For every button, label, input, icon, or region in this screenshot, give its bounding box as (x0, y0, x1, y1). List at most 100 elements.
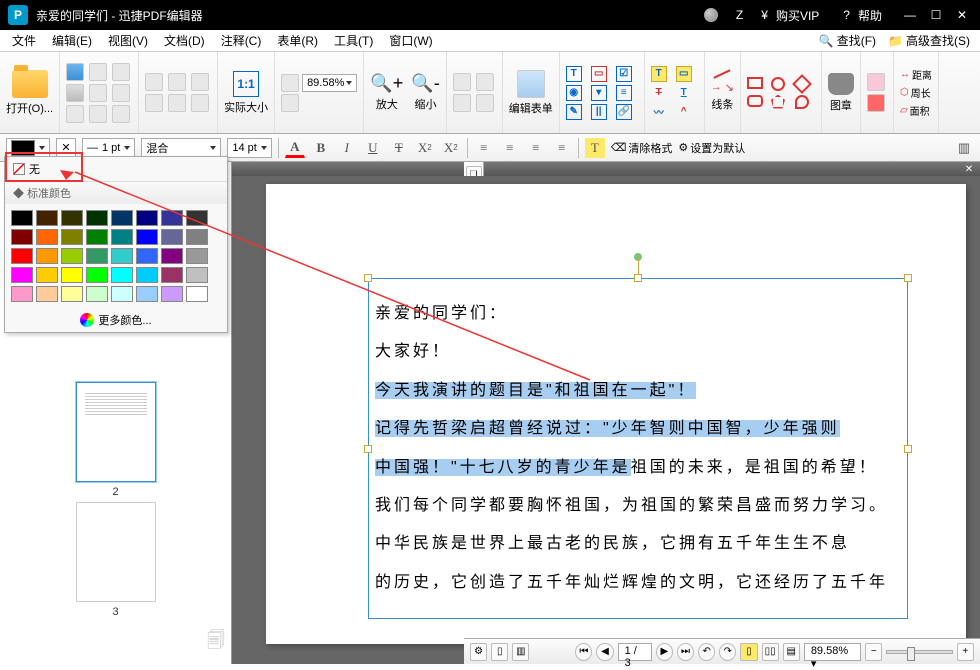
pages-icon[interactable]: 🗐 (207, 628, 225, 658)
prev-page-button[interactable]: ◀ (596, 643, 613, 661)
doc-line[interactable]: 记得先哲梁启超曾经说过："少年智则中国智，少年强则 (375, 410, 901, 448)
color-swatch[interactable] (61, 286, 83, 302)
next-page-button[interactable]: ▶ (656, 643, 673, 661)
color-swatch[interactable] (111, 286, 133, 302)
paste-icon[interactable] (112, 63, 130, 81)
superscript-button[interactable]: X2 (441, 138, 461, 158)
back-button[interactable]: ↶ (698, 643, 715, 661)
button-field-icon[interactable]: ▭ (591, 66, 607, 82)
color-swatch[interactable] (161, 267, 183, 283)
search-icon[interactable] (168, 94, 186, 112)
close-button[interactable]: ✕ (952, 6, 972, 24)
view-facing-icon[interactable]: ▯▯ (762, 643, 779, 661)
resize-handle[interactable] (364, 445, 372, 453)
radio-field-icon[interactable]: ◉ (566, 85, 582, 101)
lines-button[interactable]: →↘ 线条 (711, 73, 734, 112)
align-justify-button[interactable]: ≡ (552, 138, 572, 158)
color-swatch[interactable] (186, 229, 208, 245)
stamp-button[interactable]: 图章 (828, 73, 854, 113)
menu-edit[interactable]: 编辑(E) (44, 30, 100, 51)
doc-line[interactable]: 我们每个同学都要胸怀祖国，为祖国的繁荣昌盛而努力学习。 (375, 487, 901, 525)
doc-line[interactable]: 中华民族是世界上最古老的民族，它拥有五千年生生不息 (375, 525, 901, 563)
set-default-button[interactable]: ⚙设置为默认 (678, 140, 745, 156)
save-icon[interactable] (66, 63, 84, 81)
color-swatch[interactable] (136, 210, 158, 226)
color-swatch[interactable] (111, 210, 133, 226)
page-thumbnail-2[interactable] (76, 382, 156, 482)
diamond-shape-icon[interactable] (792, 74, 812, 94)
vip-button[interactable]: ¥ 购买VIP (755, 3, 831, 28)
squiggly-icon[interactable]: 〰 (651, 104, 667, 120)
color-swatch[interactable] (36, 248, 58, 264)
color-swatch[interactable] (11, 229, 33, 245)
camera-icon[interactable] (145, 94, 163, 112)
color-swatch[interactable] (11, 286, 33, 302)
doc-line[interactable]: 亲爱的同学们： (375, 295, 901, 333)
color-swatch[interactable] (136, 286, 158, 302)
color-swatch[interactable] (36, 267, 58, 283)
color-swatch[interactable] (161, 248, 183, 264)
line-width-dropdown[interactable]: —1 pt (82, 138, 135, 158)
find-button[interactable]: 🔍查找(F) (813, 30, 882, 51)
cloud-icon[interactable] (795, 95, 809, 109)
doc-line[interactable]: 中国强！"十七八岁的青少年是祖国的未来，是祖国的希望！ (375, 449, 901, 487)
minimize-button[interactable]: — (900, 6, 920, 24)
color-swatch[interactable] (111, 267, 133, 283)
zoom-value[interactable]: 89.58% (302, 74, 357, 92)
strike-button[interactable]: T (389, 138, 409, 158)
view-book-icon[interactable]: ▤ (783, 643, 800, 661)
zoom-out-btn[interactable]: − (865, 643, 882, 661)
note-icon[interactable]: ▭ (676, 66, 692, 82)
first-page-button[interactable]: ⏮ (575, 643, 592, 661)
font-size-dropdown[interactable]: 14 pt (227, 138, 271, 158)
combo-field-icon[interactable]: ▾ (591, 85, 607, 101)
forward-button[interactable]: ↷ (719, 643, 736, 661)
rotate-left-icon[interactable] (453, 73, 471, 91)
strikeout-icon[interactable]: T (651, 85, 667, 101)
menu-view[interactable]: 视图(V) (100, 30, 156, 51)
underline-button[interactable]: U (363, 138, 383, 158)
page-thumbnail-3[interactable] (76, 502, 156, 602)
color-swatch[interactable] (61, 267, 83, 283)
undo-icon[interactable] (89, 84, 107, 102)
color-swatch[interactable] (186, 267, 208, 283)
area-button[interactable]: ▱面积 (900, 103, 932, 118)
page-number-input[interactable]: 1 / 3 (618, 643, 652, 661)
color-swatch[interactable] (36, 210, 58, 226)
menu-form[interactable]: 表单(R) (269, 30, 326, 51)
color-swatch[interactable] (86, 229, 108, 245)
menu-tools[interactable]: 工具(T) (326, 30, 381, 51)
globe-icon[interactable] (698, 6, 724, 24)
font-color-button[interactable]: A (285, 138, 305, 158)
rotate-right-icon[interactable] (476, 73, 494, 91)
last-page-button[interactable]: ⏭ (677, 643, 694, 661)
ocr-icon[interactable] (191, 94, 209, 112)
align-right-button[interactable]: ≡ (526, 138, 546, 158)
highlight-icon[interactable]: T (651, 66, 667, 82)
advanced-find-button[interactable]: 📁高级查找(S) (882, 30, 976, 51)
scan-icon[interactable] (66, 105, 84, 123)
color-swatch[interactable] (186, 286, 208, 302)
select-icon[interactable] (168, 73, 186, 91)
hand-icon[interactable] (145, 73, 163, 91)
crop-icon[interactable] (453, 94, 471, 112)
color-swatch[interactable] (61, 248, 83, 264)
fit-width-icon[interactable] (281, 74, 299, 92)
copy-icon[interactable] (89, 63, 107, 81)
resize-handle[interactable] (634, 274, 642, 282)
resize-handle[interactable] (904, 445, 912, 453)
list-field-icon[interactable]: ≡ (616, 85, 632, 101)
underline-icon[interactable]: T (676, 85, 692, 101)
export-icon[interactable] (112, 105, 130, 123)
zoom-input[interactable]: 89.58% ▾ (804, 643, 861, 661)
checkbox-field-icon[interactable]: ☑ (616, 66, 632, 82)
menu-window[interactable]: 窗口(W) (381, 30, 440, 51)
layout-single-icon[interactable]: ▯ (491, 643, 508, 661)
color-swatch[interactable] (86, 248, 108, 264)
document-page[interactable]: 亲爱的同学们： 大家好！ 今天我演讲的题目是"和祖国在一起"！ 记得先哲梁启超曾… (266, 184, 966, 644)
menu-comment[interactable]: 注释(C) (213, 30, 270, 51)
resize-handle[interactable] (364, 274, 372, 282)
highlight-bg-button[interactable]: T (585, 138, 605, 158)
page-icon[interactable] (476, 94, 494, 112)
doc-close-button[interactable]: ✕ (962, 164, 976, 175)
